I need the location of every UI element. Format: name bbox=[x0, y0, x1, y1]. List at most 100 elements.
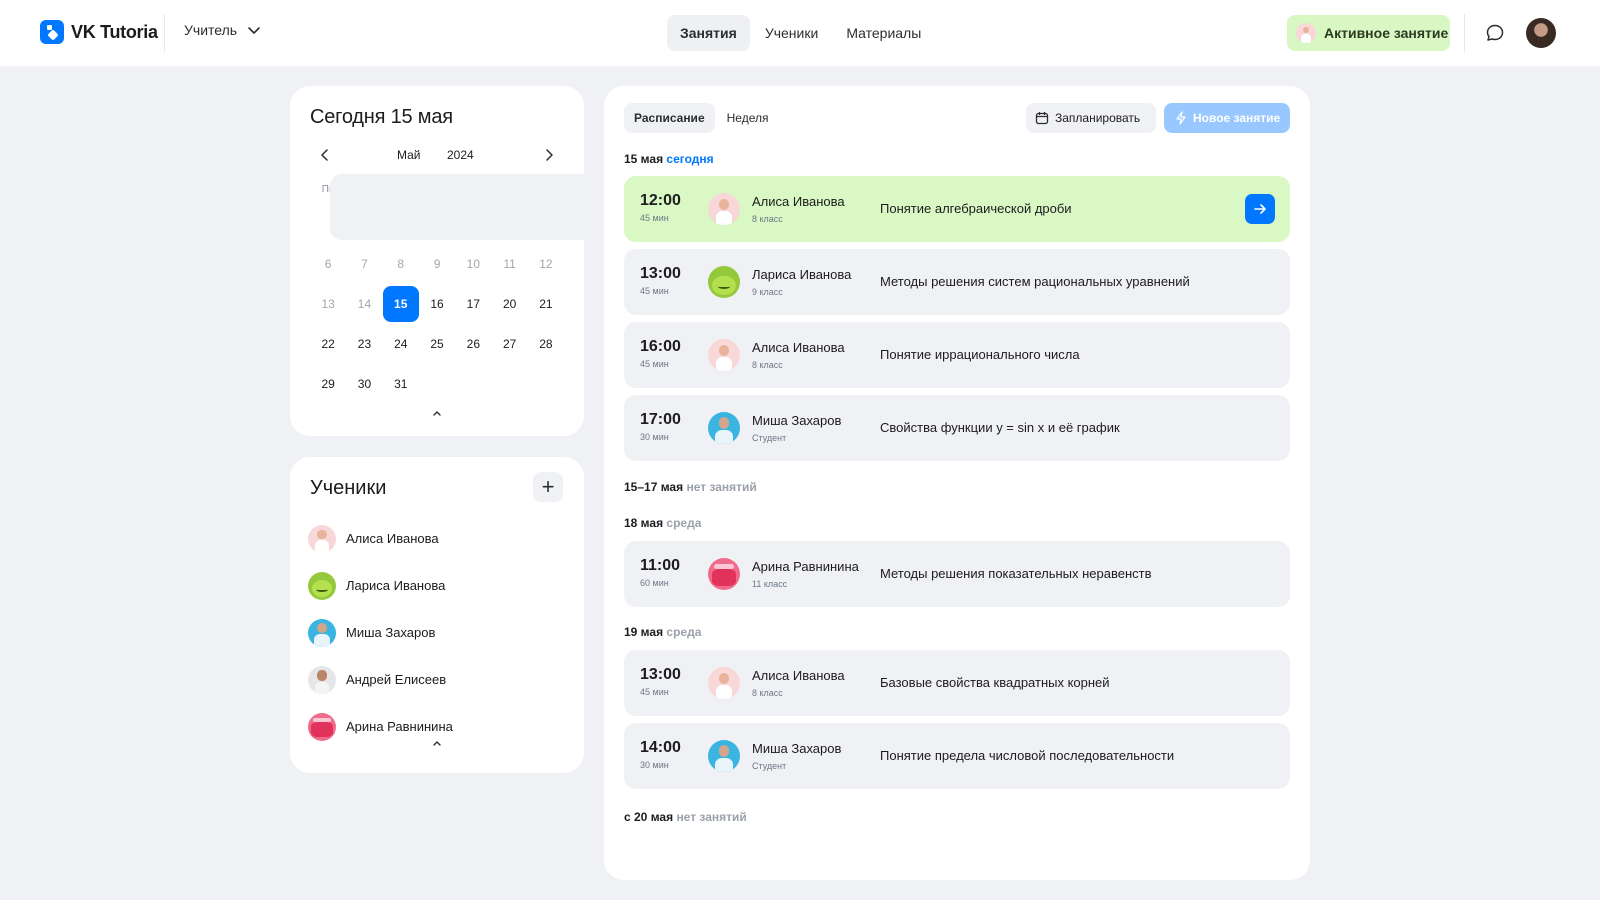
calendar-day[interactable]: 22 bbox=[310, 324, 346, 364]
lesson-topic: Свойства функции y = sin x и её график bbox=[880, 420, 1120, 435]
chevron-up-icon[interactable] bbox=[430, 408, 444, 418]
day-heading: 15–17 мая нет занятий bbox=[624, 480, 757, 494]
calendar-day[interactable]: 16 bbox=[419, 284, 455, 324]
plan-label: Запланировать bbox=[1055, 111, 1141, 125]
chevron-up-icon[interactable] bbox=[430, 738, 444, 748]
lesson-card[interactable]: 11:00 60 мин Арина Равнинина 11 класс Ме… bbox=[624, 541, 1290, 607]
student-grade: 8 класс bbox=[752, 688, 783, 698]
lesson-topic: Понятие предела числовой последовательно… bbox=[880, 748, 1175, 763]
calendar-day[interactable]: 10 bbox=[455, 244, 491, 284]
role-label: Учитель bbox=[184, 22, 238, 38]
open-lesson-button[interactable] bbox=[1245, 194, 1275, 224]
user-avatar[interactable] bbox=[1526, 18, 1556, 48]
active-lesson-button[interactable]: Активное занятие bbox=[1287, 15, 1450, 51]
avatar bbox=[308, 524, 336, 553]
student-name: Арина Равнинина bbox=[752, 559, 859, 574]
calendar-icon bbox=[1035, 112, 1049, 125]
lesson-card[interactable]: 17:00 30 мин Миша Захаров Студент Свойст… bbox=[624, 395, 1290, 461]
calendar-day[interactable]: 23 bbox=[346, 324, 382, 364]
nav-lessons[interactable]: Занятия bbox=[667, 15, 750, 51]
day-heading: 15 мая сегодня bbox=[624, 152, 714, 166]
chevron-right-icon[interactable] bbox=[540, 146, 558, 164]
calendar-day[interactable]: 24 bbox=[383, 324, 419, 364]
student-grade: 9 класс bbox=[752, 287, 783, 297]
logo-text: VK Tutoria bbox=[71, 21, 158, 42]
student-name: Лариса Иванова bbox=[752, 267, 852, 282]
tab-schedule[interactable]: Расписание bbox=[624, 103, 715, 133]
logo[interactable]: VK Tutoria bbox=[40, 20, 158, 44]
calendar-year[interactable]: 2024 bbox=[447, 148, 474, 162]
avatar bbox=[308, 571, 336, 600]
calendar-day[interactable]: 12 bbox=[528, 244, 564, 284]
lesson-card[interactable]: 14:00 30 мин Миша Захаров Студент Поняти… bbox=[624, 723, 1290, 789]
calendar-day[interactable]: 28 bbox=[528, 324, 564, 364]
student-list-item[interactable]: Миша Захаров bbox=[308, 609, 566, 656]
calendar-day[interactable]: 14 bbox=[346, 284, 382, 324]
calendar-month[interactable]: Май bbox=[397, 148, 421, 162]
calendar-grid: ПнВтСрЧтПтСбВс12345678910111213141516171… bbox=[310, 174, 996, 404]
chevron-left-icon[interactable] bbox=[316, 146, 334, 164]
top-bar: VK Tutoria Учитель Занятия Ученики Матер… bbox=[0, 0, 1600, 66]
student-grade: 8 класс bbox=[752, 214, 783, 224]
nav-materials[interactable]: Материалы bbox=[833, 15, 934, 51]
student-grade: 11 класс bbox=[752, 579, 788, 589]
calendar-day[interactable]: 11 bbox=[491, 244, 527, 284]
lesson-time: 13:00 bbox=[640, 666, 681, 683]
avatar bbox=[708, 339, 740, 371]
day-heading: с 20 мая нет занятий bbox=[624, 810, 747, 824]
day-heading: 19 мая среда bbox=[624, 625, 702, 639]
lesson-card[interactable]: 16:00 45 мин Алиса Иванова 8 класс Понят… bbox=[624, 322, 1290, 388]
lightning-icon bbox=[1176, 111, 1186, 125]
calendar-day[interactable]: 30 bbox=[346, 364, 382, 404]
add-student-button[interactable]: + bbox=[533, 472, 563, 502]
lesson-card[interactable]: 12:00 45 мин Алиса Иванова 8 класс Понят… bbox=[624, 176, 1290, 242]
new-lesson-button[interactable]: Новое занятие bbox=[1164, 103, 1290, 133]
calendar-day[interactable]: 17 bbox=[455, 284, 491, 324]
tab-week[interactable]: Неделя bbox=[717, 103, 779, 133]
student-grade: Студент bbox=[752, 761, 787, 771]
calendar-card: Сегодня 15 мая Май 2024 ПнВтСрЧтПтСбВс12… bbox=[290, 86, 996, 436]
calendar-day[interactable]: 26 bbox=[455, 324, 491, 364]
nav-students[interactable]: Ученики bbox=[752, 15, 831, 51]
calendar-day[interactable]: 20 bbox=[491, 284, 527, 324]
calendar-day[interactable]: 25 bbox=[419, 324, 455, 364]
calendar-day[interactable]: 8 bbox=[383, 244, 419, 284]
avatar bbox=[308, 712, 336, 741]
calendar-day[interactable]: 13 bbox=[310, 284, 346, 324]
chat-icon[interactable] bbox=[1484, 22, 1506, 44]
vk-tutoria-logo-icon bbox=[40, 20, 64, 44]
calendar-day[interactable]: 21 bbox=[528, 284, 564, 324]
lesson-time: 14:00 bbox=[640, 739, 681, 756]
calendar-day[interactable]: 29 bbox=[310, 364, 346, 404]
lesson-topic: Базовые свойства квадратных корней bbox=[880, 675, 1110, 690]
student-name: Миша Захаров bbox=[752, 741, 842, 756]
calendar-day[interactable]: 15 bbox=[382, 284, 419, 324]
calendar-day[interactable]: 7 bbox=[346, 244, 382, 284]
calendar-day[interactable]: 9 bbox=[419, 244, 455, 284]
calendar-day[interactable]: 27 bbox=[491, 324, 527, 364]
student-list-item[interactable]: Алиса Иванова bbox=[308, 515, 566, 562]
plan-button[interactable]: Запланировать bbox=[1026, 103, 1156, 133]
lesson-duration: 45 мин bbox=[640, 213, 669, 223]
lesson-time: 13:00 bbox=[640, 265, 681, 282]
calendar-day[interactable]: 31 bbox=[383, 364, 419, 404]
avatar bbox=[708, 667, 740, 699]
lesson-card[interactable]: 13:00 45 мин Лариса Иванова 9 класс Мето… bbox=[624, 249, 1290, 315]
calendar-day[interactable]: 6 bbox=[310, 244, 346, 284]
student-name: Миша Захаров bbox=[346, 625, 436, 640]
students-card: Ученики + Алиса Иванова Лариса Иванова Миш… bbox=[290, 457, 584, 773]
view-tabs: Расписание Неделя bbox=[624, 103, 778, 133]
avatar bbox=[708, 193, 740, 225]
divider bbox=[164, 14, 165, 52]
student-list-item[interactable]: Андрей Елисеев bbox=[308, 656, 566, 703]
avatar bbox=[308, 618, 336, 647]
arrow-right-icon bbox=[1254, 204, 1266, 214]
student-list-item[interactable]: Лариса Иванова bbox=[308, 562, 566, 609]
role-select[interactable]: Учитель bbox=[184, 22, 261, 38]
main-nav: Занятия Ученики Материалы bbox=[667, 15, 934, 51]
lesson-card[interactable]: 13:00 45 мин Алиса Иванова 8 класс Базов… bbox=[624, 650, 1290, 716]
lesson-duration: 30 мин bbox=[640, 432, 669, 442]
student-name: Алиса Иванова bbox=[752, 194, 845, 209]
student-name: Лариса Иванова bbox=[346, 578, 446, 593]
divider bbox=[1464, 14, 1465, 52]
